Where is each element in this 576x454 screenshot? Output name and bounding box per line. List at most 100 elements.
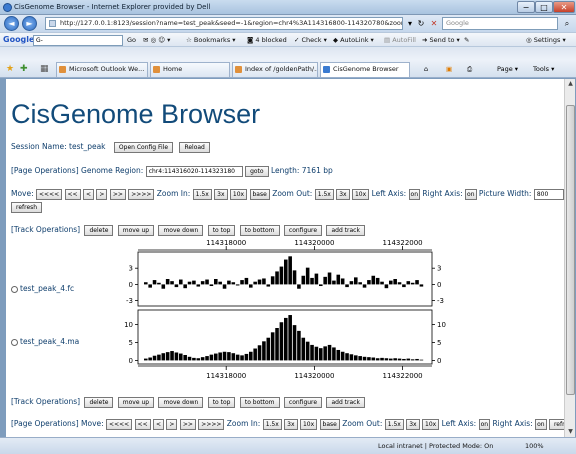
tab-home[interactable]: Home [150,62,230,77]
zoom-out-3x-button[interactable]: 3x [336,188,350,200]
search-icon[interactable]: ⌕ [561,18,573,29]
zoom-out-10x-button[interactable]: 10x [422,418,440,430]
move-left-button[interactable]: < [82,188,95,200]
right-axis-toggle[interactable]: on [535,418,547,430]
google-go-button[interactable]: Go [127,35,136,46]
zoom-out-3x-button[interactable]: 3x [406,418,420,430]
track-configure-button[interactable]: configure [283,224,323,236]
move-left-more-button[interactable]: << [134,418,151,430]
move-right-more-button[interactable]: >> [109,188,126,200]
track-move-down-button[interactable]: move down [158,224,204,236]
refresh-button[interactable]: refresh [548,418,564,430]
track-select-radio[interactable] [11,285,18,293]
right-axis-toggle[interactable]: on [465,188,477,200]
track-move-up-button[interactable]: move up [117,396,155,408]
tab-index[interactable]: Index of /goldenPath/... [232,62,318,77]
signal-bar [410,282,415,285]
refresh-icon[interactable]: ↻ [416,18,426,29]
google-bookmarks-button[interactable]: ☆ Bookmarks ▾ [186,35,236,46]
signal-bar [161,353,166,361]
scroll-down-icon[interactable]: ▼ [565,427,576,437]
move-left-button[interactable]: < [153,418,165,430]
track-select-radio[interactable] [11,338,18,346]
zoom-in-10x-button[interactable]: 10x [229,188,248,200]
zoom-in-3x-button[interactable]: 3x [214,188,228,200]
track-to-top-button[interactable]: to top [207,396,236,408]
scroll-thumb[interactable] [566,105,575,395]
zoom-out-10x-button[interactable]: 10x [351,188,370,200]
zoom-in-base-button[interactable]: base [249,188,270,200]
reload-button[interactable]: Reload [179,141,210,153]
tab-label: Index of /goldenPath/... [245,65,318,73]
goto-button[interactable]: goto [245,165,269,177]
tab-cisgenome[interactable]: CisGenome Browser [320,62,410,77]
move-right-more-button[interactable]: >> [179,418,196,430]
track-to-bottom-button[interactable]: to bottom [239,224,280,236]
zoom-in-1.5x-button[interactable]: 1.5x [192,188,212,200]
tools-menu[interactable]: Tools ▾ [533,64,554,75]
google-search-input[interactable]: G- [33,35,123,46]
picture-width-input[interactable]: 800 [533,188,564,200]
move-right-button[interactable]: > [96,188,108,200]
maximize-button[interactable]: □ [535,1,553,13]
zoom-in-1.5x-button[interactable]: 1.5x [262,418,282,430]
move-far-left-button[interactable]: <<<< [36,188,63,200]
move-left-more-button[interactable]: << [64,188,81,200]
zoom-in-base-button[interactable]: base [319,418,340,430]
left-axis-toggle[interactable]: on [408,188,421,200]
favorites-star-icon[interactable]: ★ [6,63,14,75]
move-far-left-button[interactable]: <<<< [106,418,133,430]
signal-bar [380,281,384,285]
genome-region-input[interactable]: chr4:114316020-114323180 [145,165,243,177]
move-far-right-button[interactable]: >>>> [128,188,155,200]
autolink-button[interactable]: ◆ AutoLink ▾ [333,35,374,46]
spell-check-button[interactable]: ✓ Check ▾ [294,35,327,46]
track-to-bottom-button[interactable]: to bottom [239,396,280,408]
left-axis-toggle[interactable]: on [478,418,491,430]
tab-list-icon[interactable]: ▦ [40,63,49,75]
google-share-button[interactable]: ✉ ◎ ☺ ▾ [143,35,170,46]
track-move-up-button[interactable]: move up [117,224,155,236]
address-bar: ◄ ► http://127.0.0.1:8123/session?name=t… [0,15,576,32]
refresh-button[interactable]: refresh [11,201,43,213]
google-settings-button[interactable]: ◎ Settings ▾ [526,35,566,46]
move-right-button[interactable]: > [166,418,178,430]
zoom-in-3x-button[interactable]: 3x [284,418,298,430]
pen-icon[interactable]: ✎ [464,35,469,46]
zoom-out-1.5x-button[interactable]: 1.5x [384,418,404,430]
forward-button[interactable]: ► [22,16,37,31]
close-window-button[interactable]: ✕ [553,1,575,13]
back-button[interactable]: ◄ [4,16,19,31]
send-to-button[interactable]: ➜ Send to ▾ [422,35,460,46]
add-favorites-icon[interactable]: ✚ [20,63,28,75]
signal-bar [152,355,157,361]
security-zone-text[interactable]: Local intranet | Protected Mode: On [378,441,493,452]
home-icon[interactable]: ⌂ [424,64,428,75]
scroll-up-icon[interactable]: ▲ [565,79,576,89]
search-input[interactable]: Google [442,17,558,30]
zoom-level[interactable]: 100% [525,441,544,452]
minimize-button[interactable]: − [517,1,535,13]
url-field[interactable]: http://127.0.0.1:8123/session?name=test_… [45,17,403,30]
url-dropdown-icon[interactable]: ▾ [405,18,415,29]
autofill-button[interactable]: ▤ AutoFill [384,35,416,46]
track-add-button[interactable]: add track [326,224,365,236]
track-add-button[interactable]: add track [326,396,365,408]
vertical-scrollbar[interactable]: ▲ ▼ [564,79,575,437]
signal-bar [231,353,236,361]
zoom-in-10x-button[interactable]: 10x [299,418,318,430]
track-delete-button[interactable]: delete [84,224,114,236]
zoom-out-1.5x-button[interactable]: 1.5x [314,188,334,200]
tab-outlook[interactable]: Microsoft Outlook We... [56,62,148,77]
open-config-button[interactable]: Open Config File [113,141,174,153]
stop-icon[interactable]: ✕ [429,18,439,29]
track-to-top-button[interactable]: to top [207,224,236,236]
move-far-right-button[interactable]: >>>> [198,418,225,430]
page-menu[interactable]: Page ▾ [497,64,518,75]
print-icon[interactable]: ⎙ [467,64,472,75]
track-configure-button[interactable]: configure [283,396,323,408]
popup-blocked-button[interactable]: ◙ 4 blocked [247,35,287,46]
track-delete-button[interactable]: delete [84,396,114,408]
feeds-icon[interactable]: ▣ [446,64,452,75]
track-move-down-button[interactable]: move down [158,396,204,408]
